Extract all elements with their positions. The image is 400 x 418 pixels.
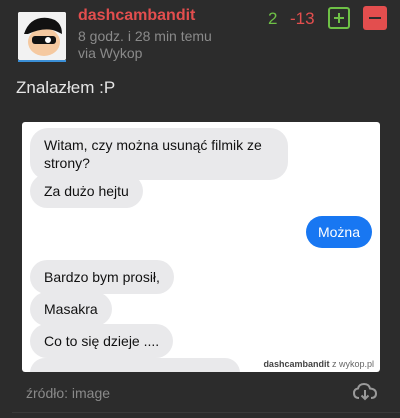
entry-timestamp[interactable]: 8 godz. i 28 min temu [78,28,212,44]
entry-source: via Wykop [78,45,143,61]
downvote-count: -13 [290,9,315,28]
entry-card: dashcambandit 8 godz. i 28 min temu via … [6,0,400,418]
avatar-underline [18,60,66,62]
message-bubble: Za dużo hejtu [30,174,143,208]
message-text: Witam, czy można usunąć filmik ze strony… [44,137,262,171]
divider [12,412,400,413]
message-text: Można [317,224,360,240]
cloud-download-icon[interactable] [352,382,378,402]
upvote-button[interactable] [328,7,350,29]
message-bubble: Co to się dzieje .... [30,324,174,358]
avatar-image [18,12,66,60]
upvote-count: 2 [268,9,278,28]
embedded-image[interactable]: Witam, czy można usunąć filmik ze strony… [22,122,380,372]
message-bubble-partial [30,358,240,372]
author-username[interactable]: dashcambandit [78,7,195,25]
message-text: Co to się dzieje .... [44,333,160,349]
embed-source-label[interactable]: źródło: image [26,385,110,401]
message-text: Za dużo hejtu [44,183,129,199]
message-text: Masakra [44,301,98,317]
message-bubble: Witam, czy można usunąć filmik ze strony… [30,128,288,180]
message-bubble-sent: Można [305,216,372,248]
image-watermark: dashcambandit z wykop.pl [263,359,374,369]
avatar[interactable] [18,12,66,60]
entry-body-text: Znalazłem :P [16,78,116,97]
message-bubble: Bardzo bym prosił, [30,260,174,294]
message-text: Bardzo bym prosił, [44,269,160,285]
message-bubble: Masakra [30,292,112,326]
downvote-button[interactable] [363,6,387,30]
